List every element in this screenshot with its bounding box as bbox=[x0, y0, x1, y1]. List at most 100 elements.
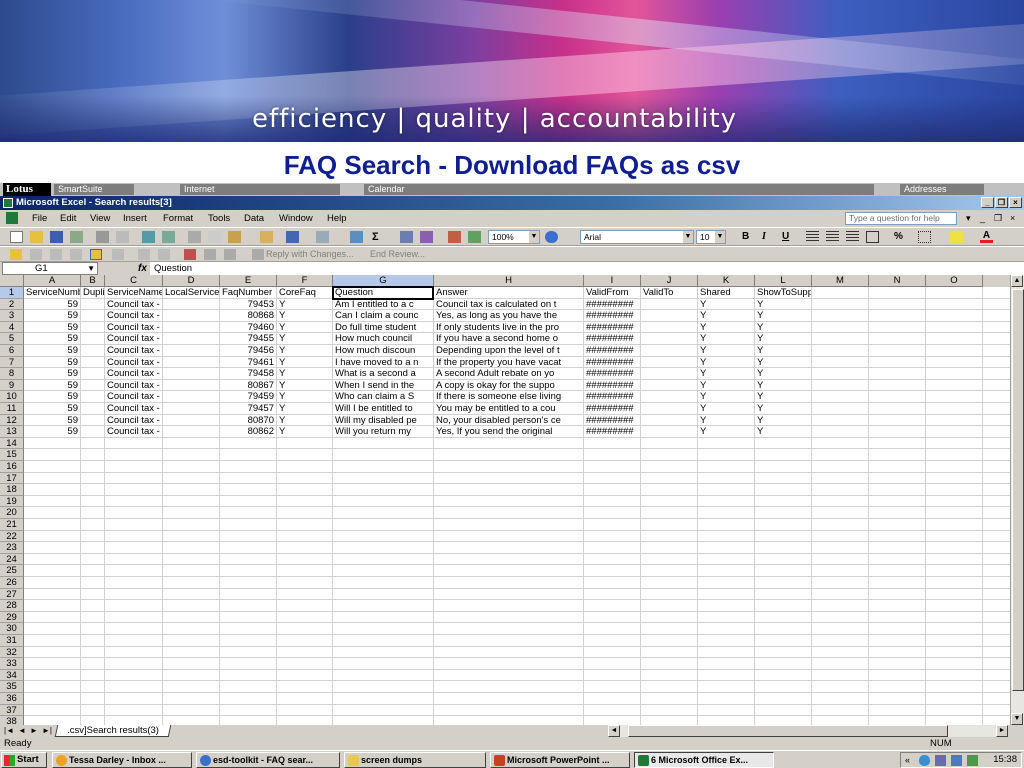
header-cell[interactable]: Duplicate bbox=[81, 287, 104, 298]
row-header-34[interactable]: 34 bbox=[0, 669, 24, 682]
data-cell[interactable]: Council tax - discounts bbox=[105, 391, 162, 402]
data-cell[interactable]: No, your disabled person's ce bbox=[434, 415, 583, 426]
chevron-left-icon[interactable]: « bbox=[905, 755, 916, 766]
data-cell[interactable]: ######### bbox=[584, 426, 640, 437]
row-header-22[interactable]: 22 bbox=[0, 530, 24, 543]
column-header-h[interactable]: H bbox=[434, 275, 584, 287]
data-cell[interactable]: Council tax - discounts bbox=[105, 426, 162, 437]
menu-tools[interactable]: Tools bbox=[208, 210, 230, 227]
data-cell[interactable]: Am I entitled to a c bbox=[333, 299, 433, 310]
data-cell[interactable]: Y bbox=[698, 345, 754, 356]
review-icon[interactable] bbox=[70, 249, 82, 260]
data-cell[interactable]: 79457 bbox=[220, 403, 276, 414]
column-header-j[interactable]: J bbox=[641, 275, 698, 287]
data-cell[interactable]: Y bbox=[755, 368, 811, 379]
data-cell[interactable]: Y bbox=[755, 333, 811, 344]
row-header-17[interactable]: 17 bbox=[0, 472, 24, 485]
data-cell[interactable]: Will my disabled pe bbox=[333, 415, 433, 426]
chart-wizard-icon[interactable] bbox=[448, 231, 461, 243]
data-cell[interactable]: 80870 bbox=[220, 415, 276, 426]
data-cell[interactable]: If you have a second home o bbox=[434, 333, 583, 344]
data-cell[interactable]: Y bbox=[277, 357, 332, 368]
doc-close-button[interactable]: × bbox=[1010, 210, 1015, 227]
data-cell[interactable]: 59 bbox=[24, 403, 80, 414]
data-cell[interactable]: 59 bbox=[24, 426, 80, 437]
data-cell[interactable]: Will you return my bbox=[333, 426, 433, 437]
row-header-31[interactable]: 31 bbox=[0, 635, 24, 647]
taskbar-item-inbox[interactable]: Tessa Darley - Inbox ... bbox=[52, 752, 192, 768]
data-cell[interactable]: Y bbox=[277, 299, 332, 310]
paste-icon[interactable] bbox=[228, 231, 241, 243]
header-cell[interactable]: ShowToSuppliers bbox=[755, 287, 811, 298]
data-cell[interactable]: Will I be entitled to bbox=[333, 403, 433, 414]
scroll-thumb[interactable] bbox=[1012, 289, 1024, 691]
end-review-button[interactable]: End Review... bbox=[370, 249, 425, 259]
row-header-21[interactable]: 21 bbox=[0, 519, 24, 531]
scroll-up-icon[interactable]: ▲ bbox=[1011, 275, 1023, 287]
data-cell[interactable]: Y bbox=[698, 299, 754, 310]
column-header-f[interactable]: F bbox=[277, 275, 333, 287]
data-cell[interactable]: Y bbox=[698, 403, 754, 414]
header-cell[interactable]: ValidFrom bbox=[584, 287, 640, 298]
doc-minimize-button[interactable]: _ bbox=[980, 210, 985, 227]
taskbar-item-powerpoint[interactable]: Microsoft PowerPoint ... bbox=[490, 752, 630, 768]
start-button[interactable]: Start bbox=[1, 752, 47, 768]
data-cell[interactable]: Y bbox=[698, 322, 754, 333]
fill-color-icon[interactable] bbox=[950, 231, 963, 243]
tray-app-icon[interactable] bbox=[951, 755, 962, 766]
data-cell[interactable]: Yes, If you send the original bbox=[434, 426, 583, 437]
menu-insert[interactable]: Insert bbox=[123, 210, 147, 227]
data-cell[interactable]: Y bbox=[277, 415, 332, 426]
row-header-28[interactable]: 28 bbox=[0, 600, 24, 612]
data-cell[interactable]: Council tax - discounts bbox=[105, 415, 162, 426]
menu-file[interactable]: File bbox=[32, 210, 47, 227]
italic-button[interactable]: I bbox=[762, 231, 766, 242]
row-header-1[interactable]: 1 bbox=[0, 287, 24, 299]
row-header-9[interactable]: 9 bbox=[0, 379, 24, 392]
row-header-36[interactable]: 36 bbox=[0, 693, 24, 705]
data-cell[interactable]: Y bbox=[755, 403, 811, 414]
close-button[interactable]: × bbox=[1009, 197, 1022, 208]
row-header-15[interactable]: 15 bbox=[0, 449, 24, 461]
reply-icon[interactable] bbox=[252, 249, 264, 260]
data-cell[interactable]: 59 bbox=[24, 415, 80, 426]
hscroll-thumb[interactable] bbox=[628, 725, 948, 737]
undo-icon[interactable] bbox=[286, 231, 299, 243]
taskbar-item-excel[interactable]: 6 Microsoft Office Ex... bbox=[634, 752, 774, 768]
redo-icon[interactable] bbox=[316, 231, 329, 243]
data-cell[interactable]: ######### bbox=[584, 299, 640, 310]
new-icon[interactable] bbox=[10, 231, 23, 243]
row-header-14[interactable]: 14 bbox=[0, 437, 24, 450]
row-header-25[interactable]: 25 bbox=[0, 565, 24, 577]
data-cell[interactable]: When I send in the bbox=[333, 380, 433, 391]
lotus-internet-button[interactable]: Internet bbox=[180, 184, 340, 195]
help-search-input[interactable]: Type a question for help bbox=[845, 212, 957, 225]
data-cell[interactable]: Y bbox=[698, 426, 754, 437]
formula-input[interactable]: Question bbox=[150, 262, 1024, 275]
data-cell[interactable]: 59 bbox=[24, 310, 80, 321]
menu-data[interactable]: Data bbox=[244, 210, 264, 227]
data-cell[interactable]: Y bbox=[698, 333, 754, 344]
sheet-tab-search-results[interactable]: .csv]Search results(3) bbox=[54, 725, 172, 737]
data-cell[interactable]: Who can claim a S bbox=[333, 391, 433, 402]
data-cell[interactable]: If only students live in the pro bbox=[434, 322, 583, 333]
row-header-33[interactable]: 33 bbox=[0, 658, 24, 670]
row-header-29[interactable]: 29 bbox=[0, 611, 24, 624]
row-header-3[interactable]: 3 bbox=[0, 310, 24, 322]
row-header-38[interactable]: 38 bbox=[0, 716, 24, 725]
data-cell[interactable]: Council tax - discounts bbox=[105, 368, 162, 379]
spelling-icon[interactable] bbox=[142, 231, 155, 243]
data-cell[interactable]: Y bbox=[755, 357, 811, 368]
header-cell[interactable]: Answer bbox=[434, 287, 583, 298]
align-left-icon[interactable] bbox=[806, 231, 819, 243]
data-cell[interactable]: If the property you have vacat bbox=[434, 357, 583, 368]
tray-app-icon[interactable] bbox=[967, 755, 978, 766]
font-size-select[interactable]: 10 ▼ bbox=[696, 230, 726, 244]
data-cell[interactable]: I have moved to a n bbox=[333, 357, 433, 368]
data-cell[interactable]: Council tax - discounts bbox=[105, 333, 162, 344]
data-cell[interactable]: A copy is okay for the suppo bbox=[434, 380, 583, 391]
data-cell[interactable]: Y bbox=[277, 403, 332, 414]
data-cell[interactable]: Y bbox=[698, 310, 754, 321]
data-cell[interactable]: Council tax - discounts bbox=[105, 310, 162, 321]
row-header-7[interactable]: 7 bbox=[0, 356, 24, 369]
